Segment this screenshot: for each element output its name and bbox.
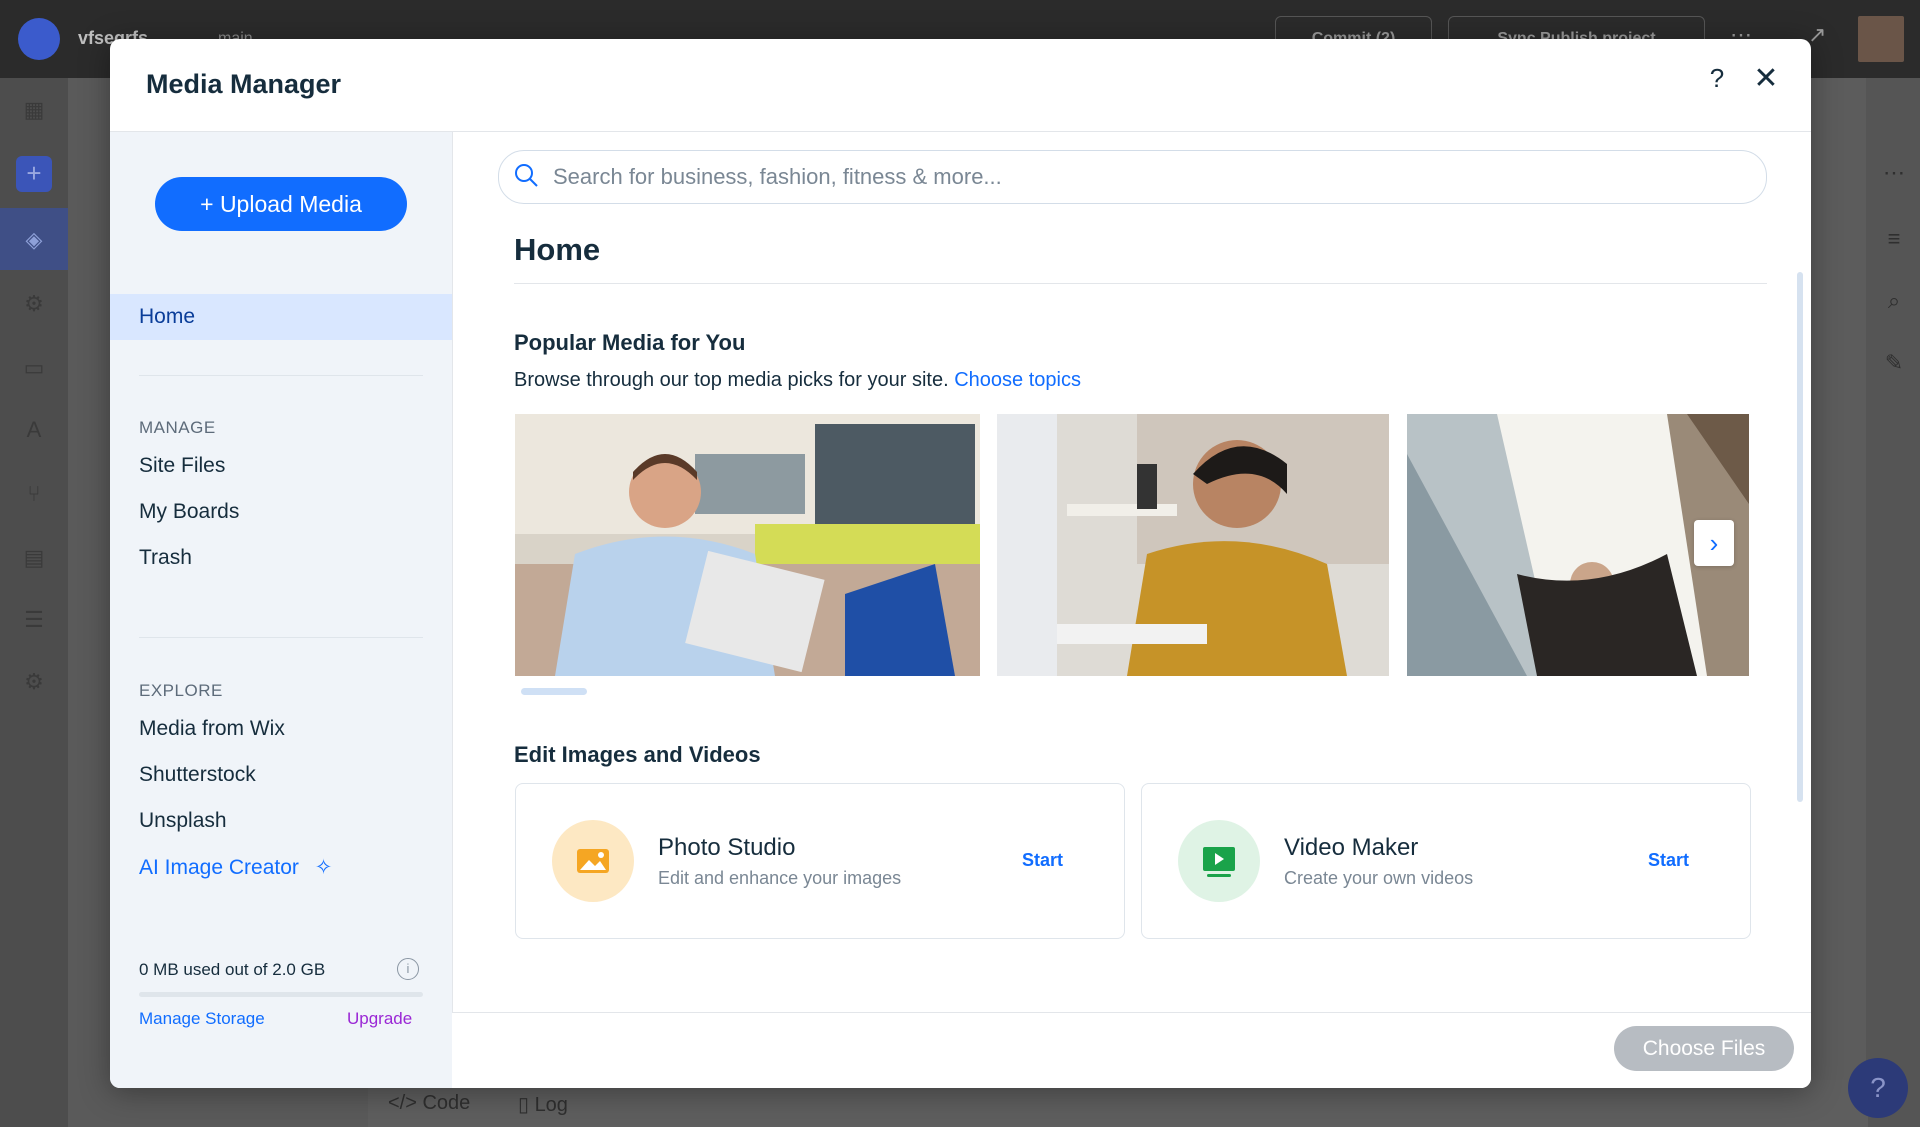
sparkle-icon: ✧ <box>314 856 333 879</box>
close-icon[interactable]: ✕ <box>1751 61 1781 96</box>
log-tab[interactable]: ▯ Log <box>518 1092 568 1117</box>
choose-topics-link[interactable]: Choose topics <box>954 369 1081 391</box>
carousel-next-button[interactable]: › <box>1694 520 1734 566</box>
sidebar-item-home[interactable]: Home <box>110 294 452 340</box>
pages-grid-icon[interactable]: ▦ <box>20 96 48 124</box>
edit-images-videos-heading: Edit Images and Videos <box>514 742 761 767</box>
explore-heading: EXPLORE <box>139 681 223 700</box>
site-logo-icon[interactable] <box>18 18 60 60</box>
woman-at-computer-image <box>997 414 1389 676</box>
divider <box>139 637 423 638</box>
table-icon[interactable]: ☰ <box>20 606 48 634</box>
more-options-icon[interactable]: ⋯ <box>1880 160 1908 186</box>
editor-right-rail: ⋯ ≡ ⌕ ✎ <box>1866 78 1920 1127</box>
search-icon <box>515 164 538 187</box>
editor-left-toolbar: ▦ + ◈ ⚙ ▭ A ⑂ ▤ ☰ ⚙ <box>0 78 68 1127</box>
sidebar-item-unsplash[interactable]: Unsplash <box>139 809 227 833</box>
sidebar-item-my-boards[interactable]: My Boards <box>139 500 239 524</box>
manage-heading: MANAGE <box>139 418 216 437</box>
sliders-icon[interactable]: ≡ <box>1880 226 1908 252</box>
choose-files-button[interactable]: Choose Files <box>1614 1026 1794 1071</box>
git-branch-icon[interactable]: ⑂ <box>20 480 48 508</box>
media-thumbnail[interactable] <box>997 414 1389 676</box>
sidebar-item-label: Home <box>139 305 196 328</box>
sidebar-item-ai-image-creator[interactable]: AI Image Creator ✧ <box>139 855 332 880</box>
man-with-laptop-image <box>515 414 980 676</box>
scrollbar[interactable] <box>1797 272 1803 802</box>
media-sidebar: + Upload Media Home MANAGE Site Files My… <box>110 132 453 1088</box>
brush-icon[interactable]: ✎ <box>1880 350 1908 376</box>
media-manager-modal: Media Manager ? ✕ + Upload Media Home MA… <box>110 39 1811 1088</box>
photo-studio-card[interactable]: Photo Studio Edit and enhance your image… <box>515 783 1125 939</box>
video-play-icon <box>1178 820 1260 902</box>
terminal-icon[interactable]: ▤ <box>20 544 48 572</box>
modal-header: Media Manager ? ✕ <box>110 39 1811 132</box>
page-title: Home <box>514 232 601 267</box>
card-subtitle: Create your own videos <box>1284 868 1474 888</box>
sidebar-item-label: AI Image Creator <box>139 856 299 879</box>
modal-title: Media Manager <box>146 69 342 99</box>
card-subtitle: Edit and enhance your images <box>658 868 902 888</box>
upload-media-button[interactable]: + Upload Media <box>155 177 407 231</box>
inspect-icon[interactable]: ⌕ <box>1880 288 1908 314</box>
sidebar-item-site-files[interactable]: Site Files <box>139 454 225 478</box>
info-icon[interactable]: i <box>397 958 419 980</box>
media-thumbnail[interactable] <box>515 414 980 676</box>
search-field[interactable]: Search for business, fashion, fitness & … <box>498 150 1767 204</box>
card-title: Video Maker <box>1284 834 1419 861</box>
popular-media-description: Browse through our top media picks for y… <box>514 369 1081 391</box>
image-icon <box>552 820 634 902</box>
avatar[interactable] <box>1858 16 1904 62</box>
help-icon[interactable]: ? <box>1702 63 1732 94</box>
media-main-content: Search for business, fashion, fitness & … <box>452 132 1811 1088</box>
upgrade-link[interactable]: Upgrade <box>347 1009 412 1029</box>
layers-icon[interactable]: ◈ <box>20 226 48 254</box>
typography-icon[interactable]: A <box>20 416 48 444</box>
sidebar-item-shutterstock[interactable]: Shutterstock <box>139 763 256 787</box>
carousel-scroll-indicator <box>521 688 587 695</box>
popular-media-heading: Popular Media for You <box>514 330 746 355</box>
divider <box>514 283 1767 284</box>
modal-footer: Choose Files <box>452 1012 1811 1088</box>
search-input[interactable]: Search for business, fashion, fitness & … <box>553 164 1002 190</box>
video-maker-start-button[interactable]: Start <box>1648 850 1689 871</box>
folder-icon[interactable]: ▭ <box>20 354 48 382</box>
photo-studio-start-button[interactable]: Start <box>1022 850 1063 871</box>
manage-storage-link[interactable]: Manage Storage <box>139 1009 265 1029</box>
storage-usage-text: 0 MB used out of 2.0 GB <box>139 960 326 979</box>
help-fab-button[interactable]: ? <box>1848 1058 1908 1118</box>
code-tab[interactable]: </> Code <box>388 1092 470 1115</box>
gear-icon[interactable]: ⚙ <box>20 668 48 696</box>
add-element-icon[interactable]: + <box>16 156 52 192</box>
divider <box>139 375 423 376</box>
settings-puzzle-icon[interactable]: ⚙ <box>20 290 48 318</box>
sidebar-item-trash[interactable]: Trash <box>139 546 192 570</box>
card-title: Photo Studio <box>658 834 796 861</box>
storage-progress-bar <box>139 992 423 997</box>
sidebar-item-media-from-wix[interactable]: Media from Wix <box>139 717 285 741</box>
video-maker-card[interactable]: Video Maker Create your own videos Start <box>1141 783 1751 939</box>
